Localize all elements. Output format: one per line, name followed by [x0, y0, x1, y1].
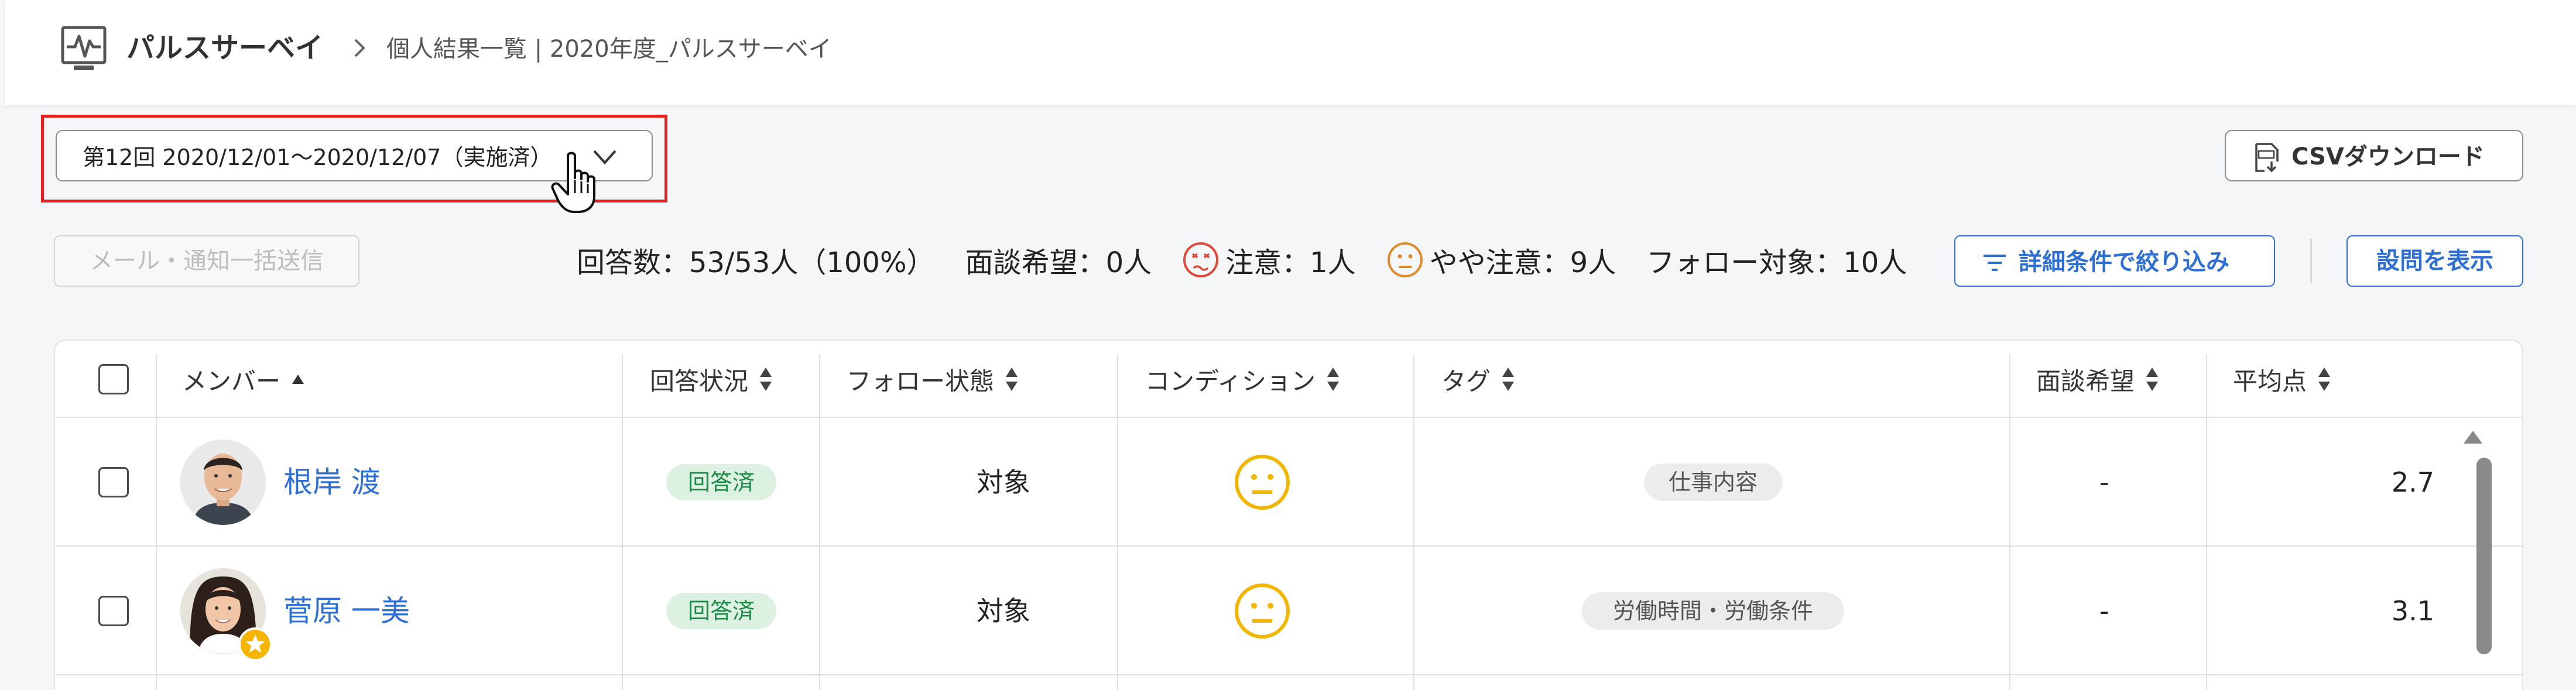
csv-download-icon: [2255, 143, 2279, 173]
interview-wish-value: -: [2099, 466, 2109, 498]
member-name-link[interactable]: 根岸 渡: [283, 465, 381, 500]
interview-wish-value: -: [2099, 595, 2109, 627]
hand-cursor-icon: [551, 152, 595, 213]
sort-icon: [2318, 368, 2331, 391]
table-row[interactable]: 根岸 渡 回答済 対象 仕事内容 - 2.7: [55, 418, 2522, 547]
column-member[interactable]: メンバー: [182, 341, 305, 418]
slightly-caution-face-icon: [1235, 455, 1290, 510]
star-badge-icon: [238, 627, 272, 661]
summary-stats: 回答数：53/53人（100%） 面談希望：0人 注意：1人 やや注意：9人 フ…: [577, 241, 1942, 279]
scroll-up-arrow-icon[interactable]: [2461, 428, 2485, 446]
column-average[interactable]: 平均点: [2233, 341, 2331, 418]
column-answer-status[interactable]: 回答状況: [650, 341, 773, 418]
chevron-right-icon: [354, 39, 365, 57]
slightly-caution-face-icon: [1235, 583, 1290, 638]
slight-caution-face-icon: [1387, 242, 1423, 277]
round-select-value: 第12回 2020/12/01〜2020/12/07（実施済）: [83, 145, 553, 170]
caution-count: 注意：1人: [1182, 239, 1356, 280]
column-follow-status[interactable]: フォロー状態: [847, 341, 1019, 418]
csv-download-button[interactable]: CSVダウンロード: [2225, 130, 2523, 181]
show-questions-button[interactable]: 設問を表示: [2347, 235, 2523, 287]
page: パルスサーベイ 個人結果一覧 | 2020年度_パルスサーベイ 第12回 202…: [0, 0, 2576, 690]
member-results-table: メンバー 回答状況 フォロー状態 コンディション タグ 面談希望 平均点 根岸 …: [54, 339, 2523, 690]
tag-pill: 労働時間・労働条件: [1582, 592, 1844, 630]
sort-icon: [2146, 368, 2159, 391]
answer-status-badge: 回答済: [666, 593, 776, 629]
app-title[interactable]: パルスサーベイ: [126, 30, 323, 66]
avatar: [180, 440, 266, 525]
response-count: 回答数：53/53人（100%）: [577, 246, 935, 279]
app-header: パルスサーベイ 個人結果一覧 | 2020年度_パルスサーベイ: [5, 0, 2576, 105]
follow-status: 対象: [977, 595, 1030, 627]
sort-asc-icon: [292, 375, 304, 384]
toolbar-divider: [2310, 239, 2312, 283]
average-score: 2.7: [2391, 466, 2434, 498]
filter-icon: [1984, 255, 2006, 271]
avatar: [180, 568, 272, 661]
row-checkbox[interactable]: [98, 596, 129, 626]
average-score: 3.1: [2391, 595, 2434, 627]
pulse-monitor-icon: [61, 26, 107, 70]
caution-face-icon: [1183, 242, 1219, 277]
column-interview-wish[interactable]: 面談希望: [2036, 341, 2159, 418]
sort-icon: [1006, 368, 1018, 391]
breadcrumb: 個人結果一覧 | 2020年度_パルスサーベイ: [386, 36, 832, 63]
member-name-link[interactable]: 菅原 一美: [283, 593, 410, 629]
interview-wish-count: 面談希望：0人: [965, 246, 1152, 279]
detailed-filter-button[interactable]: 詳細条件で絞り込み: [1954, 235, 2275, 287]
sort-icon: [1502, 368, 1515, 391]
column-tag[interactable]: タグ: [1441, 341, 1515, 418]
table-header: メンバー 回答状況 フォロー状態 コンディション タグ 面談希望 平均点: [55, 341, 2522, 418]
sort-icon: [1327, 368, 1340, 391]
row-checkbox[interactable]: [98, 467, 129, 497]
csv-download-label: CSVダウンロード: [2291, 143, 2485, 170]
follow-status: 対象: [977, 466, 1030, 498]
bulk-send-button[interactable]: メール・通知一括送信: [54, 235, 359, 287]
scrollbar-thumb[interactable]: [2476, 458, 2492, 654]
select-all-checkbox[interactable]: [98, 364, 129, 394]
member-photo: [180, 440, 266, 525]
answer-status-badge: 回答済: [666, 464, 776, 500]
column-condition[interactable]: コンディション: [1145, 341, 1340, 418]
follow-target-count: フォロー対象：10人: [1646, 246, 1907, 279]
sort-icon: [760, 368, 772, 391]
detailed-filter-label: 詳細条件で絞り込み: [2019, 249, 2229, 276]
tag-pill: 仕事内容: [1644, 464, 1782, 501]
table-row[interactable]: 菅原 一美 回答済 対象 労働時間・労働条件 - 3.1: [55, 547, 2522, 675]
slight-caution-count: やや注意：9人: [1386, 239, 1616, 280]
